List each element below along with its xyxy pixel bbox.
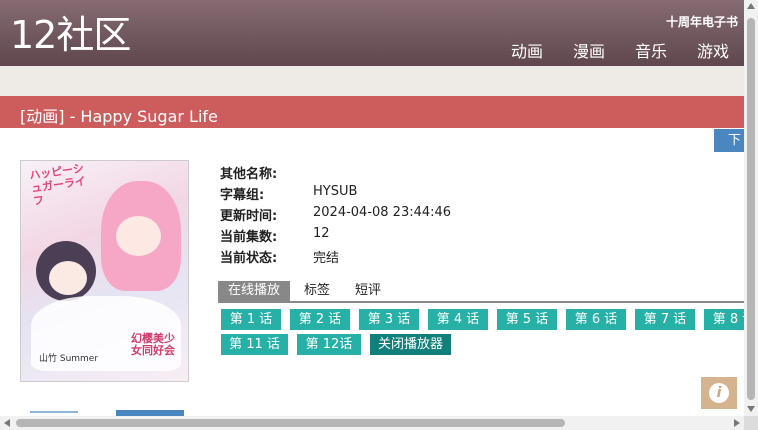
cover-figure-face [116, 216, 161, 256]
info-value: 2024-04-08 23:44:46 [313, 205, 452, 220]
episode-button[interactable]: 第 4 话 [428, 309, 488, 330]
vertical-scroll-thumb[interactable] [747, 18, 755, 400]
nav-games[interactable]: 游戏 [697, 38, 729, 62]
main-nav: 动画 漫画 音乐 游戏 [481, 38, 729, 62]
info-label: 更新时间: [220, 209, 278, 224]
cover-author: 山竹 Summer [39, 354, 99, 364]
info-row-status: 当前状态: 完结 [220, 247, 451, 268]
episode-button[interactable]: 第 1 话 [221, 309, 281, 330]
title-bar: [动画] - Happy Sugar Life [0, 96, 744, 128]
nav-manga[interactable]: 漫画 [573, 38, 605, 62]
episode-button[interactable]: 第 6 话 [566, 309, 626, 330]
tab-short-reviews[interactable]: 短评 [355, 281, 381, 301]
info-row-other-names: 其他名称: [220, 163, 451, 184]
site-logo[interactable]: 12社区 [10, 12, 131, 58]
episode-button[interactable]: 第 12话 [297, 334, 361, 355]
ebook-link[interactable]: 十周年电子书 [666, 13, 738, 30]
info-label: 当前状态: [220, 251, 278, 266]
info-row-episode-count: 当前集数: 12 [220, 226, 451, 247]
horizontal-scroll-thumb[interactable] [16, 419, 565, 427]
sub-header-bar [0, 66, 744, 96]
episode-button[interactable]: 第 3 话 [359, 309, 419, 330]
tab-online-play[interactable]: 在线播放 [218, 281, 290, 301]
cover-image: ハッピーシュガーライフ 山竹 Summer 幻樱美少女同好会 [20, 160, 189, 382]
site-header: 12社区 十周年电子书 动画 漫画 音乐 游戏 [0, 0, 744, 66]
scrollbar-corner [744, 416, 758, 430]
cover-title: ハッピーシュガーライフ [28, 161, 87, 208]
info-icon: i [709, 383, 729, 403]
close-player-button[interactable]: 关闭播放器 [370, 334, 451, 355]
info-row-update-time: 更新时间: 2024-04-08 23:44:46 [220, 205, 451, 226]
download-button[interactable]: 下载 [714, 129, 744, 152]
info-row-subtitle-group: 字幕组: HYSUB [220, 184, 451, 205]
info-value: HYSUB [313, 184, 358, 199]
scroll-left-icon[interactable] [4, 419, 10, 427]
cover-figure2-face [49, 261, 87, 295]
horizontal-scrollbar[interactable] [0, 416, 744, 430]
info-button[interactable]: i [701, 377, 737, 409]
content-tabs: 在线播放 标签 短评 [218, 281, 744, 303]
vertical-scrollbar[interactable] [744, 0, 758, 416]
episode-list: 第 1 话 第 2 话 第 3 话 第 4 话 第 5 话 第 6 话 第 7 … [221, 309, 744, 357]
nav-anime[interactable]: 动画 [511, 38, 543, 62]
episode-button[interactable]: 第 7 话 [635, 309, 695, 330]
episode-button[interactable]: 第 5 话 [497, 309, 557, 330]
tab-tags[interactable]: 标签 [304, 281, 330, 301]
scroll-up-icon[interactable] [747, 3, 755, 9]
info-value: 完结 [313, 251, 340, 266]
info-label: 其他名称: [220, 167, 278, 182]
info-label: 字幕组: [220, 188, 265, 203]
page-title: [动画] - Happy Sugar Life [20, 107, 218, 126]
episode-button[interactable]: 第 8 话 [704, 309, 744, 330]
info-panel: 其他名称: 字幕组: HYSUB 更新时间: 2024-04-08 23:44:… [220, 163, 451, 268]
episode-button[interactable]: 第 2 话 [290, 309, 350, 330]
info-value: 12 [313, 226, 330, 241]
episode-button[interactable]: 第 11 话 [221, 334, 288, 355]
scroll-down-icon[interactable] [747, 406, 755, 412]
nav-music[interactable]: 音乐 [635, 38, 667, 62]
info-label: 当前集数: [220, 230, 278, 245]
scroll-right-icon[interactable] [734, 419, 740, 427]
cover-stamp: 幻樱美少女同好会 [131, 332, 175, 357]
